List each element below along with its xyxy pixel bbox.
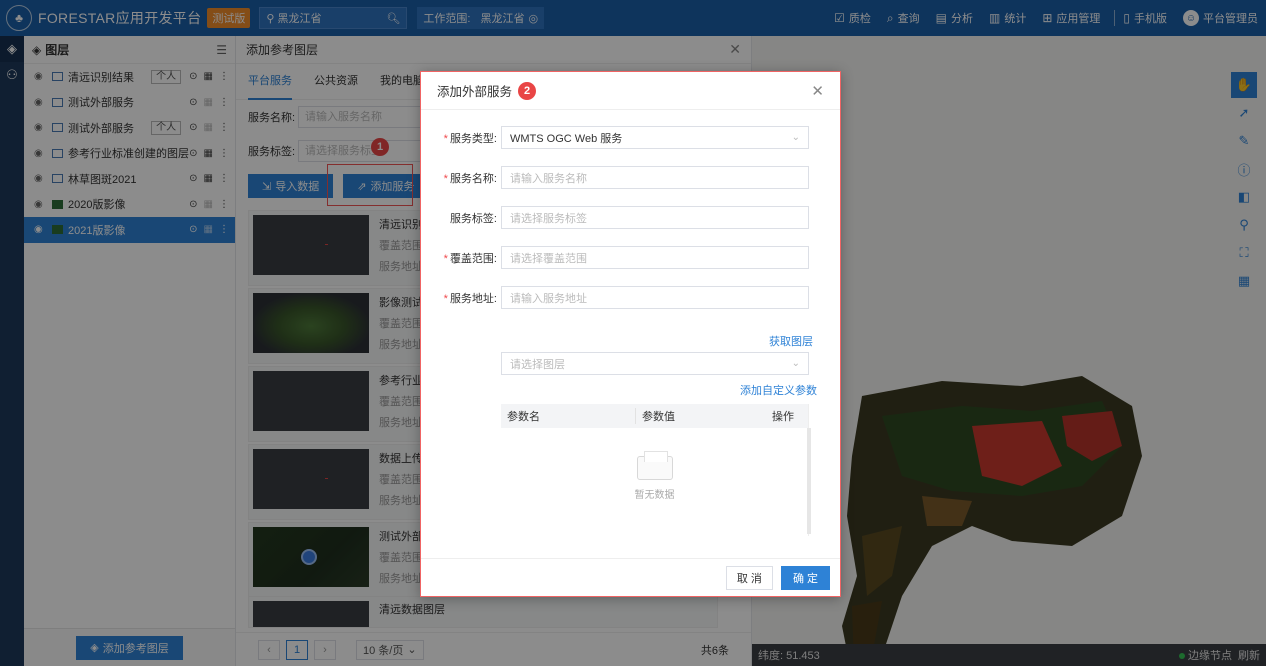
add-external-service-dialog: 添加外部服务 2 ✕ * 服务类型: WMTS OGC Web 服务 ⌄ * 服务名称… xyxy=(420,71,841,597)
chevron-down-icon: ⌄ xyxy=(791,132,800,143)
close-icon[interactable]: ✕ xyxy=(811,82,824,100)
step-2-badge: 2 xyxy=(518,81,537,100)
service-tag-select[interactable]: 请选择服务标签 xyxy=(501,206,809,229)
service-type-select[interactable]: WMTS OGC Web 服务 ⌄ xyxy=(501,126,809,149)
service-name-row: * 服务名称: 请输入服务名称 xyxy=(421,166,809,189)
param-table-header: 参数名 参数值 操作 xyxy=(501,404,808,428)
dialog-header: 添加外部服务 2 ✕ xyxy=(421,72,840,110)
empty-state: 暂无数据 xyxy=(501,428,808,501)
column-param-name: 参数名 xyxy=(507,411,540,423)
service-url-label: * 服务地址: xyxy=(443,292,497,305)
service-url-row: * 服务地址: 请输入服务地址 xyxy=(421,286,809,309)
cancel-button[interactable]: 取 消 xyxy=(725,565,773,590)
ok-button[interactable]: 确 定 xyxy=(780,565,830,590)
service-name-label: * 服务名称: xyxy=(443,172,497,185)
column-actions: 操作 xyxy=(772,411,794,423)
layer-select-row: 请选择图层 ⌄ xyxy=(421,352,809,375)
dialog-title: 添加外部服务 xyxy=(437,85,513,99)
service-type-row: * 服务类型: WMTS OGC Web 服务 ⌄ xyxy=(421,126,809,149)
empty-text: 暂无数据 xyxy=(634,490,675,501)
param-table-scrollbar[interactable] xyxy=(807,428,811,534)
param-table: 参数名 参数值 操作 暂无数据 xyxy=(501,404,809,536)
add-custom-param-link[interactable]: 添加自定义参数 xyxy=(740,382,817,398)
empty-box-icon xyxy=(636,451,673,480)
service-tag-label: 服务标签: xyxy=(449,212,497,225)
chevron-down-icon: ⌄ xyxy=(791,358,800,369)
layer-select[interactable]: 请选择图层 ⌄ xyxy=(501,352,809,375)
column-param-value: 参数值 xyxy=(635,408,758,424)
fetch-layers-link[interactable]: 获取图层 xyxy=(769,333,813,349)
service-url-input[interactable]: 请输入服务地址 xyxy=(501,286,809,309)
service-name-input[interactable]: 请输入服务名称 xyxy=(501,166,809,189)
coverage-range-row: * 覆盖范围: 请选择覆盖范围 xyxy=(421,246,809,269)
coverage-range-select[interactable]: 请选择覆盖范围 xyxy=(501,246,809,269)
service-type-label: * 服务类型: xyxy=(443,132,497,145)
dialog-footer: 取 消 确 定 xyxy=(421,558,840,596)
service-tag-row: 服务标签: 请选择服务标签 xyxy=(421,206,809,229)
coverage-range-label: * 覆盖范围: xyxy=(443,252,497,265)
